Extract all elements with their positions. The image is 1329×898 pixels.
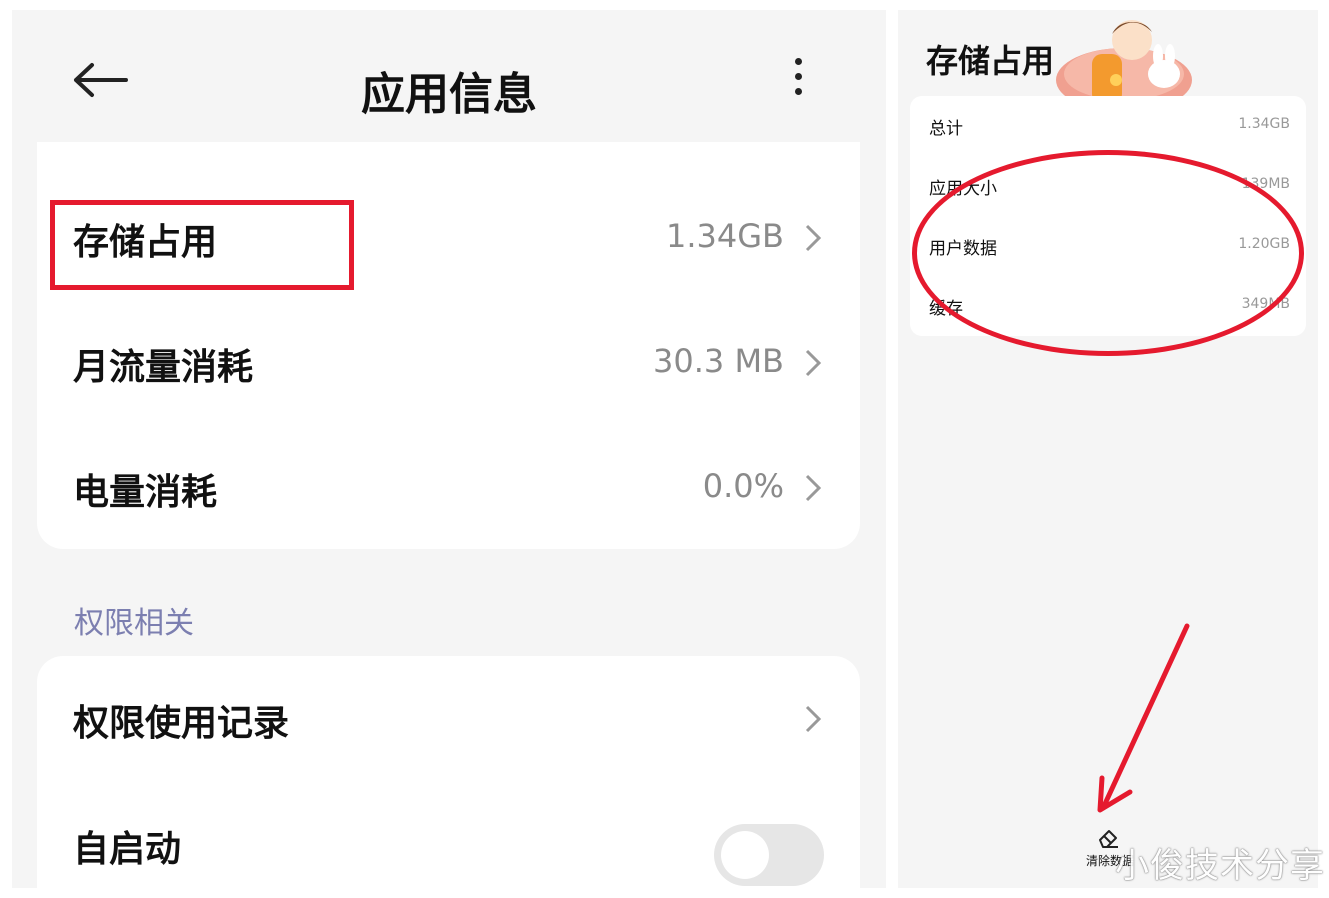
permissions-section-header: 权限相关 (74, 606, 194, 641)
storage-breakdown-highlight-ellipse (912, 150, 1304, 356)
chevron-right-icon (805, 224, 822, 252)
chevron-right-icon (805, 474, 822, 502)
app-info-screen: 应用信息 存储占用 1.34GB 月流量消耗 30.3 MB 电量消耗 0.0%… (12, 10, 886, 896)
storage-title: 存储占用 (926, 42, 1055, 80)
battery-usage-value: 0.0% (702, 467, 784, 505)
autostart-toggle[interactable] (714, 824, 824, 886)
total-row: 总计 1.34GB (910, 96, 1306, 156)
data-usage-row[interactable]: 月流量消耗 30.3 MB (37, 312, 860, 412)
battery-usage-label: 电量消耗 (73, 472, 218, 513)
autostart-row: 自启动 (37, 794, 860, 894)
more-vertical-icon[interactable] (790, 58, 806, 102)
autostart-label: 自启动 (73, 829, 182, 870)
red-arrow-annotation (1097, 623, 1190, 813)
total-value: 1.34GB (1238, 116, 1290, 132)
battery-usage-row[interactable]: 电量消耗 0.0% (37, 437, 860, 537)
data-usage-label: 月流量消耗 (73, 347, 254, 388)
permissions-card: 权限使用记录 自启动 (37, 656, 860, 896)
toggle-knob (721, 831, 769, 879)
storage-highlight-box (50, 200, 354, 290)
total-label: 总计 (929, 119, 963, 139)
watermark-text: 小俊技术分享 (1115, 846, 1325, 886)
chevron-right-icon (805, 349, 822, 377)
data-usage-value: 30.3 MB (653, 342, 784, 380)
storage-value: 1.34GB (666, 217, 784, 255)
page-title: 应用信息 (361, 69, 537, 120)
permission-log-label: 权限使用记录 (73, 703, 290, 744)
permission-log-row[interactable]: 权限使用记录 (37, 668, 860, 768)
chevron-right-icon (805, 705, 822, 733)
